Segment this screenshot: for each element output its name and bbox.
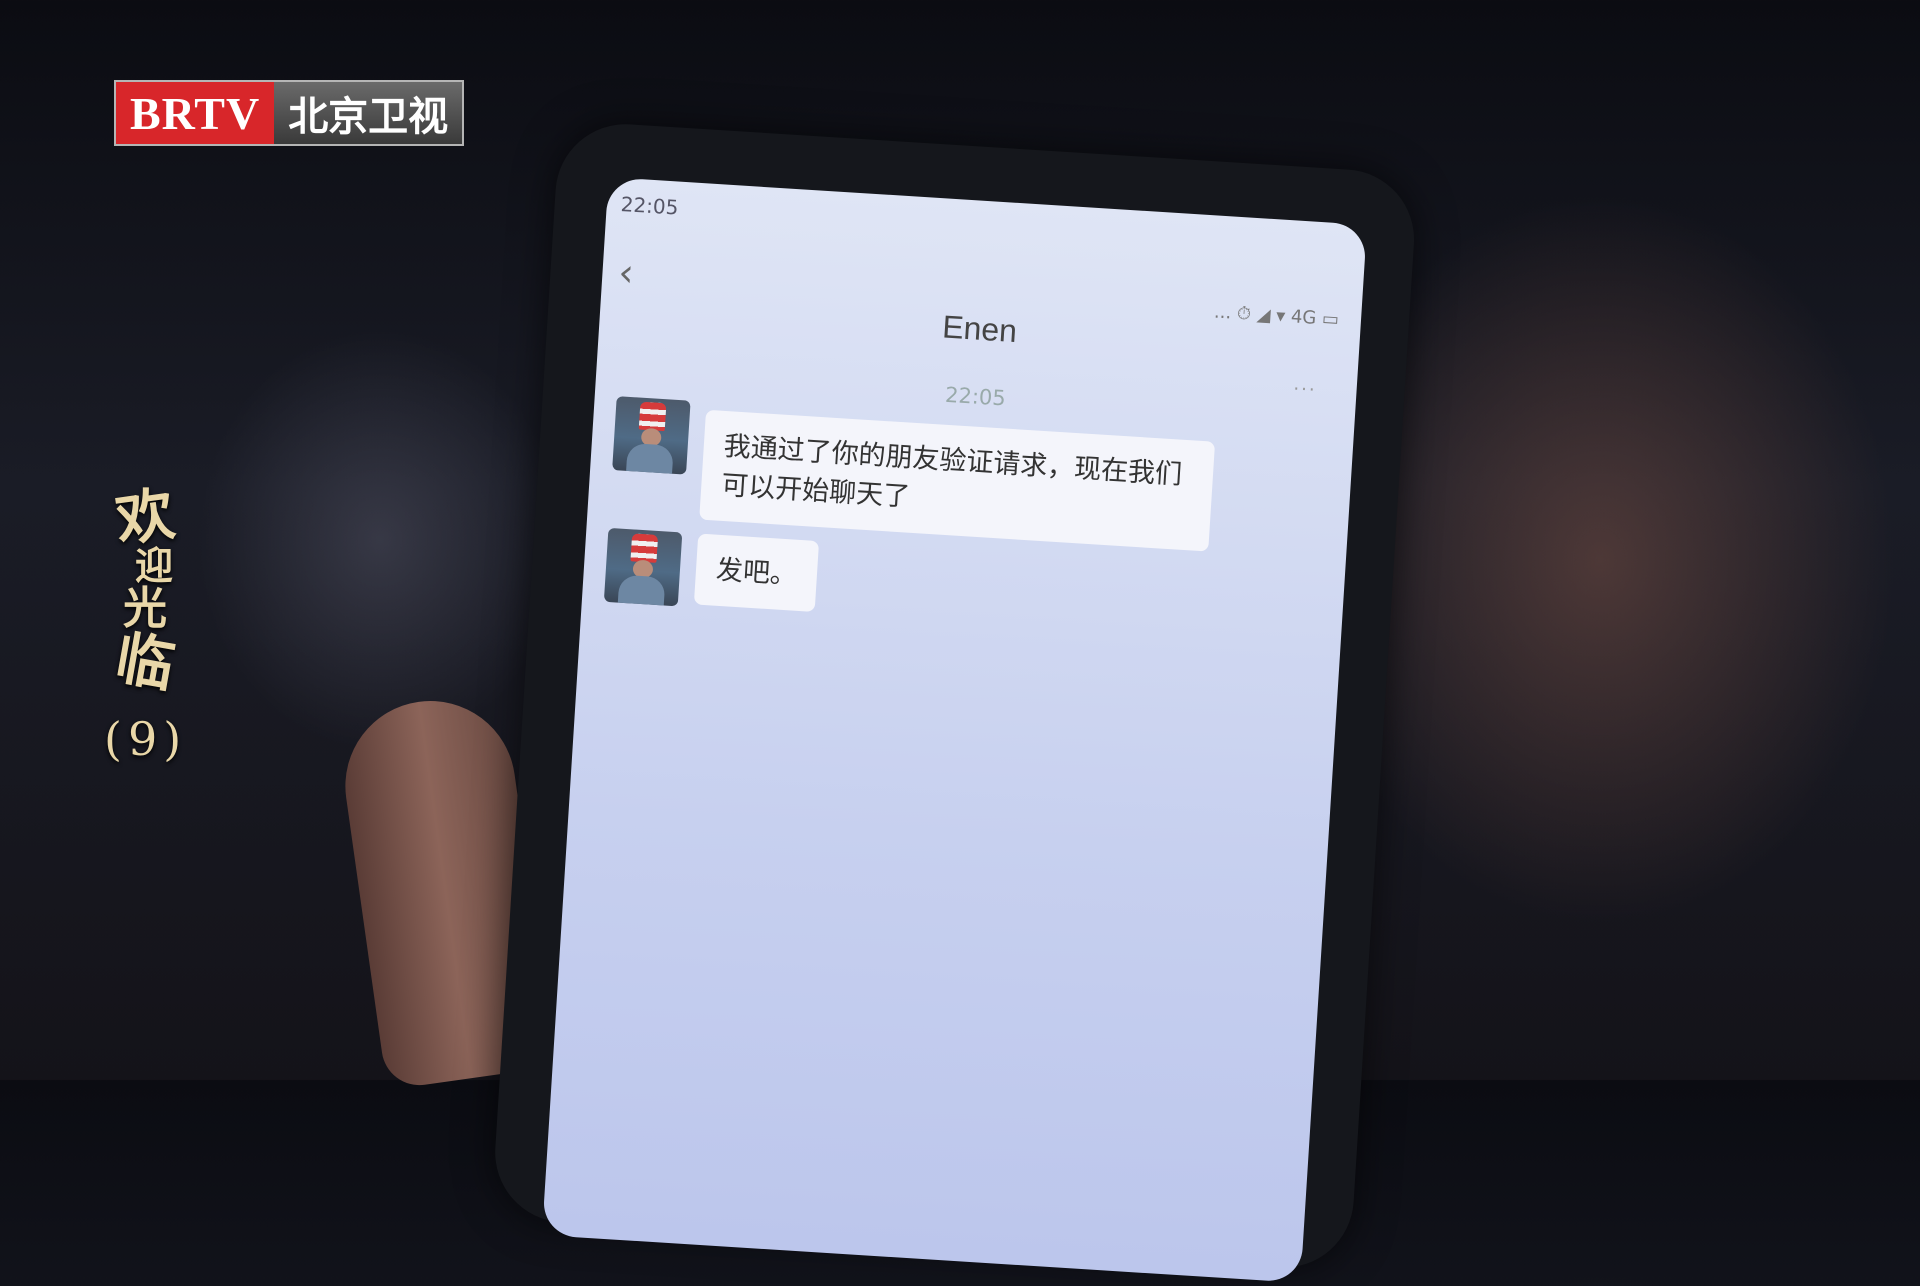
show-title-char: 欢: [111, 479, 179, 555]
avatar-body: [625, 442, 674, 475]
message-row: 我通过了你的朋友验证请求，现在我们可以开始聊天了: [609, 396, 1216, 552]
phone-screen: 22:05 ... ⏱ ◢ ▾ 4G ▭ ‹ Enen ··· 22:05 我通…: [541, 177, 1368, 1283]
more-icon[interactable]: ···: [1293, 379, 1317, 401]
show-title-char: 临: [110, 623, 180, 701]
avatar-hat: [638, 401, 667, 432]
episode-number: (9): [104, 712, 188, 766]
message-bubble[interactable]: 发吧。: [693, 533, 820, 613]
avatar-hat: [630, 533, 659, 563]
brtv-logo-text: BRTV: [116, 82, 275, 144]
avatar[interactable]: [612, 396, 691, 475]
chat-title: Enen: [941, 308, 1019, 350]
status-time: 22:05: [620, 192, 680, 220]
show-title: 欢 迎 光 临: [100, 479, 190, 700]
broadcaster-logo: BRTV 北京卫视: [116, 82, 463, 144]
avatar[interactable]: [603, 527, 683, 607]
channel-name: 北京卫视: [274, 82, 463, 144]
phone: 22:05 ... ⏱ ◢ ▾ 4G ▭ ‹ Enen ··· 22:05 我通…: [490, 120, 1419, 1283]
message-bubble[interactable]: 我通过了你的朋友验证请求，现在我们可以开始聊天了: [699, 409, 1216, 552]
avatar-body: [617, 574, 666, 607]
message-row: 发吧。: [603, 527, 820, 615]
show-title-char: 迎: [134, 543, 173, 588]
